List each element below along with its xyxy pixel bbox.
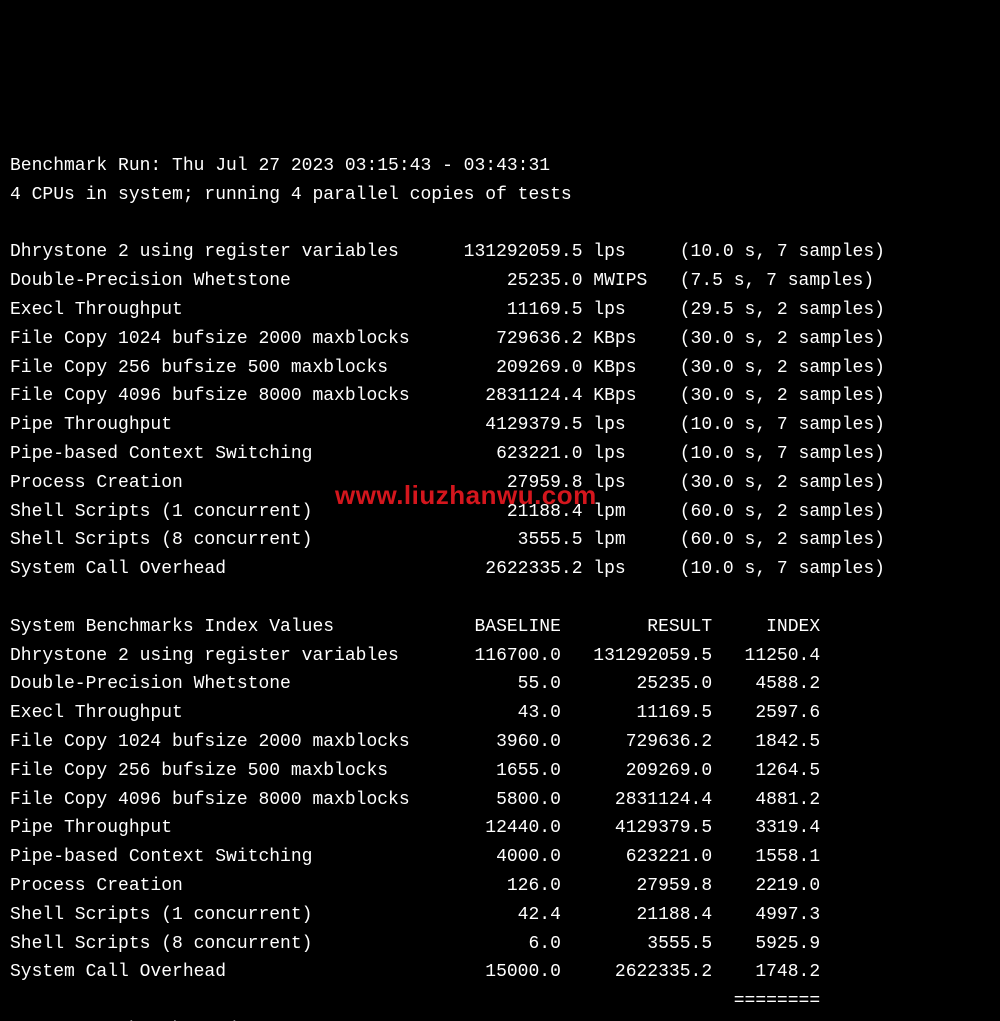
index-block: System Benchmarks Index Values BASELINE … xyxy=(10,617,820,983)
index-score-line: System Benchmarks Index Score 3136.4 xyxy=(10,1020,820,1021)
results-block: Dhrystone 2 using register variables 131… xyxy=(10,242,885,579)
terminal-output: Benchmark Run: Thu Jul 27 2023 03:15:43 … xyxy=(0,144,1000,1021)
cpu-info-line: 4 CPUs in system; running 4 parallel cop… xyxy=(10,185,572,205)
benchmark-run-line: Benchmark Run: Thu Jul 27 2023 03:15:43 … xyxy=(10,156,550,176)
index-separator: ======== xyxy=(10,991,820,1011)
